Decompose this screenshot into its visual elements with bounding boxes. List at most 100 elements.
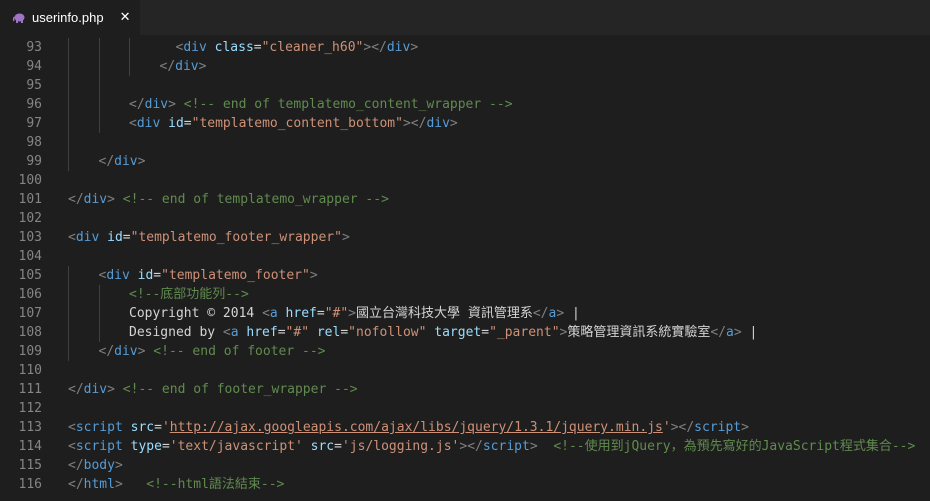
- close-icon[interactable]: ✕: [120, 10, 131, 25]
- code-line[interactable]: 107 Copyright © 2014 <a href="#">國立台灣科技大學…: [0, 304, 930, 323]
- code-token: <!-- end of templatemo_content_wrapper -…: [183, 97, 513, 112]
- code-token: <: [129, 116, 137, 131]
- line-number: 95: [26, 78, 42, 93]
- line-number: 106: [18, 287, 42, 302]
- code-token: </: [371, 40, 387, 55]
- code-line[interactable]: 97 <div id="templatemo_content_bottom"></…: [0, 114, 930, 133]
- code-token: href: [285, 306, 317, 321]
- code-line[interactable]: 110: [0, 361, 930, 380]
- code-token: <: [262, 306, 270, 321]
- indent-guide: [98, 57, 100, 76]
- indent-guide: [129, 38, 130, 57]
- code-text: </div>: [99, 152, 146, 171]
- code-token: div: [106, 268, 130, 283]
- code-token: "templatemo_footer_wrapper": [130, 230, 342, 245]
- code-text: </div> <!-- end of footer_wrapper -->: [68, 380, 358, 399]
- code-token: >: [348, 306, 356, 321]
- indent-guide: [68, 133, 69, 152]
- code-token: >: [107, 382, 115, 397]
- code-token: <!--使用到jQuery，為預先寫好的JavaScript程式集合-->: [553, 439, 916, 454]
- code-token: "cleaner_h60": [261, 40, 364, 55]
- code-token: =: [161, 439, 170, 454]
- code-line[interactable]: 99 </div>: [0, 152, 930, 171]
- code-token: script: [75, 439, 123, 454]
- code-token: <!-- end of templatemo_wrapper -->: [122, 192, 389, 207]
- line-number: 103: [18, 230, 42, 245]
- code-line[interactable]: 112: [0, 399, 930, 418]
- code-line[interactable]: 108 Designed by <a href="#" rel="nofollow…: [0, 323, 930, 342]
- code-line[interactable]: 96 </div> <!-- end of templatemo_content_…: [0, 95, 930, 114]
- indent-guide: [98, 76, 100, 95]
- code-token: =: [340, 325, 349, 340]
- code-line[interactable]: 114 <script type='text/javascript' src='j…: [0, 437, 930, 456]
- code-token: "#": [324, 306, 349, 321]
- editor-content[interactable]: 93 <div class="cleaner_h60"></div> 94 </div…: [0, 35, 930, 501]
- code-token: </: [159, 59, 176, 74]
- code-text: <div id="templatemo_footer_wrapper">: [68, 228, 350, 247]
- code-token: div: [136, 116, 161, 131]
- code-token: =: [154, 420, 162, 435]
- line-number: 98: [26, 135, 42, 150]
- code-token: >: [733, 325, 742, 340]
- code-token: </: [68, 477, 84, 492]
- code-line[interactable]: 98: [0, 133, 930, 152]
- code-token: src: [310, 439, 335, 454]
- code-token: div: [386, 40, 411, 55]
- code-token: >: [107, 192, 115, 207]
- indent-guide: [98, 95, 100, 114]
- code-line[interactable]: 100: [0, 171, 930, 190]
- code-line[interactable]: 113 <script src='http://ajax.googleapis.c…: [0, 418, 930, 437]
- code-token: href: [246, 325, 278, 340]
- code-token: >: [410, 40, 419, 55]
- code-line[interactable]: 115 </body>: [0, 456, 930, 475]
- line-number: 112: [18, 401, 42, 416]
- code-token: div: [75, 230, 100, 245]
- code-token: |: [741, 325, 758, 340]
- code-token: </: [98, 154, 115, 169]
- indent-guide: [68, 114, 69, 133]
- code-line[interactable]: 101 </div> <!-- end of templatemo_wrapper…: [0, 190, 930, 209]
- indent-guide: [68, 323, 69, 342]
- line-number: 105: [18, 268, 42, 283]
- code-line[interactable]: 104: [0, 247, 930, 266]
- code-token: 'text/javascript': [169, 439, 303, 454]
- indent-guide: [68, 95, 69, 114]
- indent-guide: [68, 152, 69, 171]
- code-line[interactable]: 116 </html> <!--html語法結束-->: [0, 475, 930, 494]
- code-line[interactable]: 95: [0, 76, 930, 95]
- code-line[interactable]: 109 </div> <!-- end of footer -->: [0, 342, 930, 361]
- code-text: </div>: [160, 57, 207, 76]
- indent-guide: [98, 114, 100, 133]
- line-number: 114: [18, 439, 42, 454]
- code-line[interactable]: 105 <div id="templatemo_footer">: [0, 266, 930, 285]
- code-token: >: [114, 477, 123, 492]
- code-token: <!-- end of footer -->: [153, 344, 326, 359]
- code-token: html: [83, 477, 115, 492]
- code-line[interactable]: 111 </div> <!-- end of footer_wrapper -->: [0, 380, 930, 399]
- code-line[interactable]: 102: [0, 209, 930, 228]
- code-line[interactable]: 103 <div id="templatemo_footer_wrapper">: [0, 228, 930, 247]
- code-line[interactable]: 106 <!--底部功能列-->: [0, 285, 930, 304]
- code-token: type: [130, 439, 162, 454]
- code-text: <div class="cleaner_h60"></div>: [176, 38, 419, 57]
- code-text: Designed by <a href="#" rel="nofollow" t…: [129, 323, 757, 342]
- code-token: |: [564, 306, 580, 321]
- code-token: div: [114, 344, 138, 359]
- code-text: <div id="templatemo_content_bottom"></di…: [129, 114, 458, 133]
- tab-userinfo-php[interactable]: userinfo.php ✕: [0, 0, 141, 35]
- code-text: <!--底部功能列-->: [129, 285, 249, 304]
- code-line[interactable]: 93 <div class="cleaner_h60"></div>: [0, 38, 930, 57]
- code-line[interactable]: 94 </div>: [0, 57, 930, 76]
- line-number: 115: [18, 458, 42, 473]
- code-token: class: [214, 40, 254, 55]
- code-token: <!--html語法結束-->: [146, 477, 285, 492]
- code-token: ': [662, 420, 671, 435]
- code-text: </div> <!-- end of templatemo_content_wr…: [129, 95, 513, 114]
- code-editor-window: userinfo.php ✕ 93 <div class="cleaner_h60…: [0, 0, 930, 501]
- code-token: </: [68, 382, 84, 397]
